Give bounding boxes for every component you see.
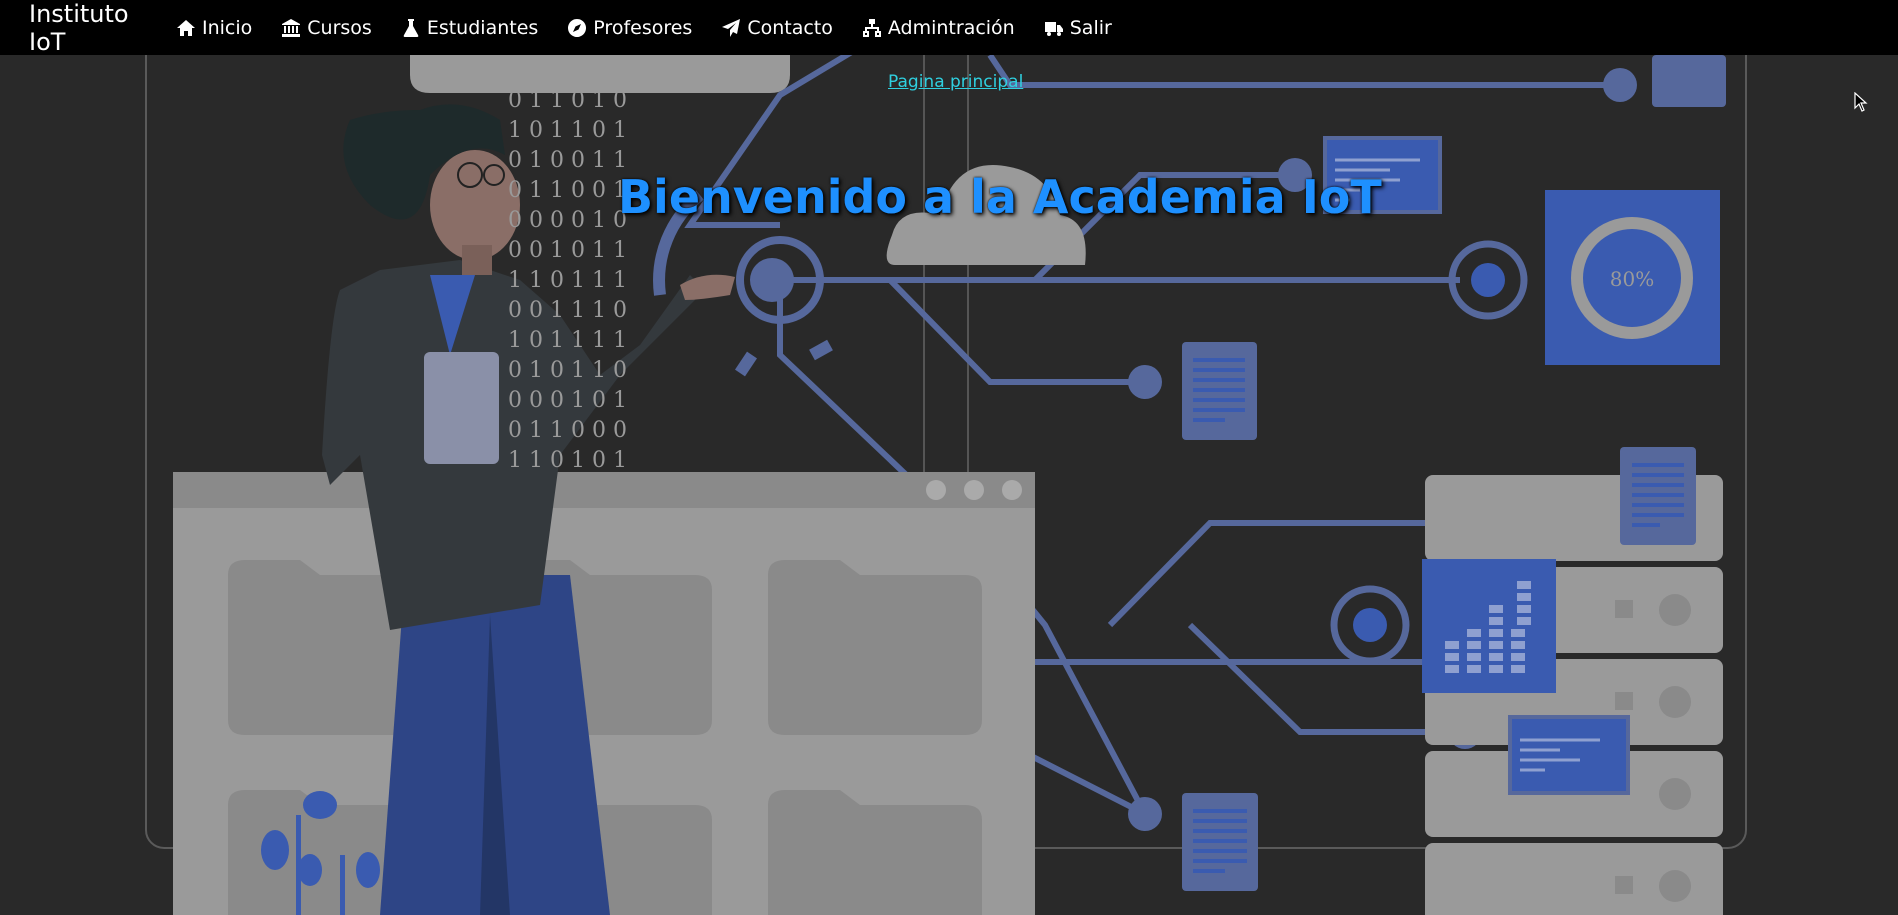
binary-row: 1 1 0 1 0 1 [508, 448, 627, 473]
sitemap-icon [862, 18, 881, 37]
top-navbar: Instituto IoT Inicio Cursos Estudiantes … [0, 0, 1898, 56]
nav-item-profesores[interactable]: Profesores [567, 17, 692, 39]
code-window [1508, 715, 1630, 795]
nav-menu: Inicio Cursos Estudiantes Profesores Con… [176, 0, 1141, 55]
binary-row: 0 0 0 1 0 1 [508, 388, 627, 413]
document-card [1652, 55, 1726, 107]
home-page-link[interactable]: Pagina principal [888, 72, 1023, 92]
nav-item-label: Inicio [202, 16, 253, 39]
nav-item-label: Salir [1069, 16, 1112, 39]
truck-icon [1044, 21, 1063, 36]
brand-logo[interactable]: Instituto IoT [29, 0, 159, 56]
nav-item-label: Cursos [307, 16, 372, 39]
brand-line-1: Instituto [29, 0, 129, 28]
page-title: Bienvenido a la Academia IoT [618, 170, 1382, 224]
binary-row: 0 1 0 1 1 0 [508, 358, 627, 383]
binary-row: 1 0 1 1 1 1 [508, 328, 627, 353]
binary-row: 0 1 1 0 0 1 [508, 178, 627, 203]
nav-item-administracion[interactable]: Admintración [862, 17, 1015, 39]
nav-item-label: Contacto [747, 16, 833, 39]
brand-line-2: IoT [29, 28, 66, 56]
binary-row: 0 1 0 0 1 1 [508, 148, 627, 173]
binary-row: 0 1 1 0 0 0 [508, 418, 627, 443]
binary-row: 0 0 0 0 1 0 [508, 208, 627, 233]
binary-row: 0 1 1 0 1 0 [508, 88, 627, 113]
binary-row: 1 1 0 1 1 1 [508, 268, 627, 293]
binary-row: 0 0 1 0 1 1 [508, 238, 627, 263]
home-icon [177, 19, 195, 36]
paper-plane-icon [722, 18, 741, 37]
bank-icon [282, 18, 301, 37]
nav-item-contacto[interactable]: Contacto [721, 17, 833, 39]
nav-item-estudiantes[interactable]: Estudiantes [401, 17, 538, 39]
nav-item-inicio[interactable]: Inicio [176, 17, 252, 39]
nav-item-cursos[interactable]: Cursos [281, 17, 372, 39]
binary-row: 1 0 1 1 0 1 [508, 118, 627, 143]
binary-row: 0 0 1 1 1 0 [508, 298, 627, 323]
nav-item-label: Admintración [887, 16, 1015, 39]
compass-icon [568, 18, 587, 37]
nav-item-label: Profesores [593, 16, 693, 39]
gauge-label: 80% [1610, 267, 1654, 291]
nav-item-salir[interactable]: Salir [1044, 17, 1112, 39]
nav-item-label: Estudiantes [426, 16, 539, 39]
flask-icon [403, 18, 419, 37]
mouse-cursor-icon [1854, 92, 1868, 112]
